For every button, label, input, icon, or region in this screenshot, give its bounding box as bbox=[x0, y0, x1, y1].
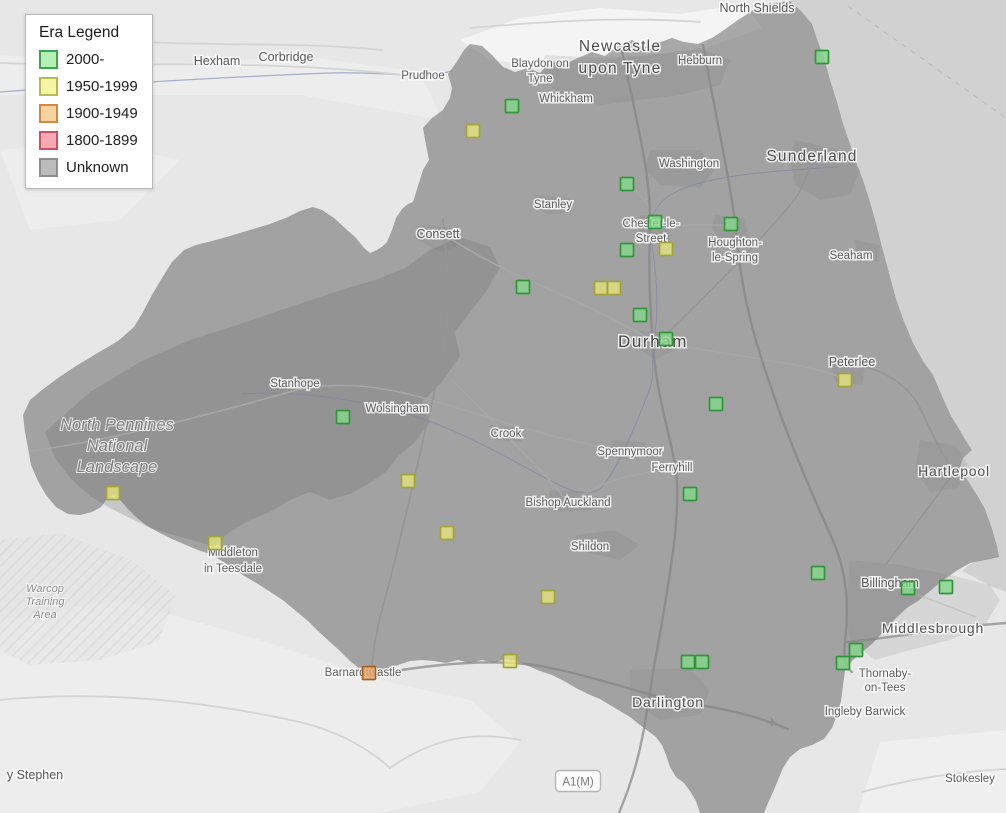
place-label-sunderland: Sunderland bbox=[766, 148, 857, 165]
legend-swatch-2000s bbox=[39, 50, 58, 69]
era-marker[interactable] bbox=[540, 589, 556, 605]
legend-row-1950s: 1950-1999 bbox=[39, 77, 144, 96]
era-marker[interactable] bbox=[465, 123, 481, 139]
place-label-spennymoor: Spennymoor bbox=[597, 446, 662, 458]
place-label-bishop-auckland: Bishop Auckland bbox=[525, 497, 610, 509]
era-marker[interactable] bbox=[810, 565, 826, 581]
place-label-seaham: Seaham bbox=[830, 250, 873, 262]
era-marker[interactable] bbox=[680, 654, 696, 670]
era-marker[interactable] bbox=[835, 655, 851, 671]
era-marker[interactable] bbox=[900, 580, 916, 596]
era-marker[interactable] bbox=[938, 579, 954, 595]
place-label-darlington: Darlington bbox=[632, 694, 704, 710]
map-app: A1(M) ✈ North Shields Hexham Corbridge Prud… bbox=[0, 0, 1006, 813]
place-label-wolsingham: Wolsingham bbox=[365, 403, 428, 415]
era-marker[interactable] bbox=[515, 279, 531, 295]
legend-row-unknown: Unknown bbox=[39, 158, 144, 177]
era-marker[interactable] bbox=[694, 654, 710, 670]
era-marker[interactable] bbox=[105, 485, 121, 501]
legend-swatch-1950s bbox=[39, 77, 58, 96]
place-label-kirkby-stephen-partial: y Stephen bbox=[7, 768, 63, 782]
era-marker[interactable] bbox=[814, 49, 830, 65]
era-marker[interactable] bbox=[361, 665, 377, 681]
era-marker[interactable] bbox=[708, 396, 724, 412]
era-marker[interactable] bbox=[335, 409, 351, 425]
place-label-hebburn: Hebburn bbox=[678, 55, 722, 67]
era-marker[interactable] bbox=[207, 535, 223, 551]
legend-swatch-1900s bbox=[39, 104, 58, 123]
era-marker[interactable] bbox=[848, 642, 864, 658]
place-label-corbridge: Corbridge bbox=[259, 50, 314, 64]
legend-label-unknown: Unknown bbox=[66, 159, 129, 176]
place-label-prudhoe: Prudhoe bbox=[401, 70, 444, 82]
era-marker[interactable] bbox=[658, 331, 674, 347]
era-legend: Era Legend 2000- 1950-1999 1900-1949 180… bbox=[25, 14, 153, 189]
place-label-washington: Washington bbox=[659, 158, 719, 170]
place-label-crook: Crook bbox=[491, 428, 522, 440]
era-marker[interactable] bbox=[619, 176, 635, 192]
place-label-consett: Consett bbox=[416, 227, 460, 241]
place-label-middlesbrough: Middlesbrough bbox=[882, 620, 984, 636]
place-label-whickham: Whickham bbox=[539, 93, 593, 105]
place-label-north-shields: North Shields bbox=[719, 1, 794, 15]
road-badge-text: A1(M) bbox=[562, 777, 593, 789]
place-label-peterlee: Peterlee bbox=[829, 355, 876, 369]
era-marker[interactable] bbox=[502, 653, 518, 669]
place-label-durham: Durham bbox=[618, 332, 688, 351]
legend-label-1900s: 1900-1949 bbox=[66, 105, 138, 122]
legend-row-2000s: 2000- bbox=[39, 50, 144, 69]
legend-row-1900s: 1900-1949 bbox=[39, 104, 144, 123]
era-marker[interactable] bbox=[632, 307, 648, 323]
road-badge-a1m: A1(M) bbox=[554, 769, 602, 793]
place-label-shildon: Shildon bbox=[571, 541, 609, 553]
legend-label-1950s: 1950-1999 bbox=[66, 78, 138, 95]
era-marker[interactable] bbox=[606, 280, 622, 296]
era-marker[interactable] bbox=[504, 98, 520, 114]
era-marker[interactable] bbox=[723, 216, 739, 232]
era-marker[interactable] bbox=[837, 372, 853, 388]
place-label-ferryhill: Ferryhill bbox=[652, 462, 693, 474]
era-marker[interactable] bbox=[619, 242, 635, 258]
era-marker[interactable] bbox=[400, 473, 416, 489]
airport-icon: ✈ bbox=[766, 714, 778, 730]
place-label-ingleby-barwick: Ingleby Barwick bbox=[825, 706, 906, 718]
legend-swatch-1800s bbox=[39, 131, 58, 150]
era-marker[interactable] bbox=[439, 525, 455, 541]
legend-swatch-unknown bbox=[39, 158, 58, 177]
legend-row-1800s: 1800-1899 bbox=[39, 131, 144, 150]
era-marker[interactable] bbox=[593, 280, 609, 296]
place-label-hartlepool: Hartlepool bbox=[918, 463, 990, 479]
era-marker[interactable] bbox=[658, 241, 674, 257]
era-marker[interactable] bbox=[682, 486, 698, 502]
legend-label-2000s: 2000- bbox=[66, 51, 105, 68]
place-label-stanhope: Stanhope bbox=[270, 378, 319, 390]
place-label-stanley: Stanley bbox=[534, 199, 573, 211]
place-label-stokesley: Stokesley bbox=[945, 773, 995, 785]
legend-label-1800s: 1800-1899 bbox=[66, 132, 138, 149]
place-label-hexham: Hexham bbox=[194, 54, 241, 68]
era-legend-title: Era Legend bbox=[39, 24, 120, 41]
era-marker[interactable] bbox=[647, 214, 663, 230]
